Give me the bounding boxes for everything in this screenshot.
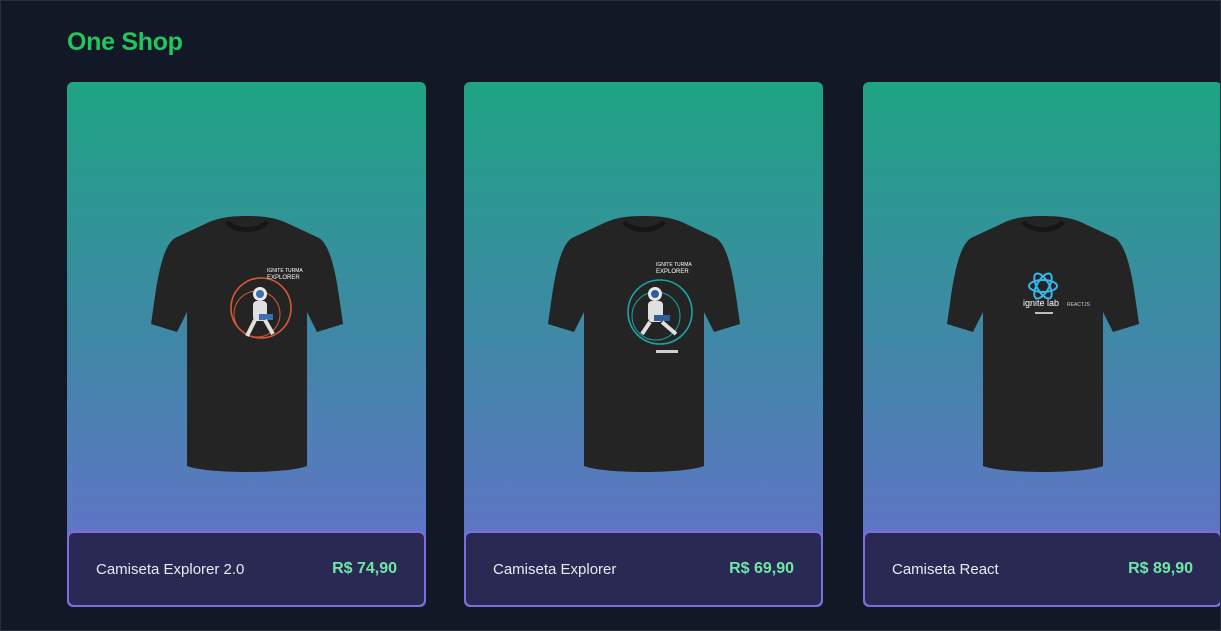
tshirt-ignite-lab-icon: ignite lab REACTJS [946,216,1139,472]
shirt-print-line2: EXPLORER [656,269,689,275]
app-window: One Shop IGNITE TURMA EXPLORER Camiseta … [0,0,1221,631]
shirt-print-sub: REACTJS [1067,302,1090,308]
product-card[interactable]: IGNITE TURMA EXPLORER Camiseta Explorer … [67,82,426,607]
product-card[interactable]: IGNITE TURMA EXPLORER Camiseta Explorer … [464,82,823,607]
product-footer: Camiseta Explorer 2.0 R$ 74,90 [69,533,424,605]
brand-mark-icon [655,350,678,353]
product-footer: Camiseta React R$ 89,90 [865,533,1220,605]
product-footer: Camiseta Explorer R$ 69,90 [466,533,821,605]
tshirt-astronaut-orange-icon: IGNITE TURMA EXPLORER [150,216,343,472]
product-name: Camiseta Explorer 2.0 [96,560,245,578]
product-price: R$ 89,90 [1128,560,1193,577]
shirt-print-line2: EXPLORER [267,275,300,281]
product-price: R$ 74,90 [332,560,397,577]
product-name: Camiseta Explorer [493,560,617,578]
shirt-print-line1: IGNITE TURMA [267,268,303,274]
product-name: Camiseta React [892,560,999,578]
tshirt-astronaut-teal-icon: IGNITE TURMA EXPLORER [547,216,740,472]
product-card[interactable]: ignite lab REACTJS Camiseta React R$ 89,… [863,82,1220,607]
brand-mark-icon [1034,312,1053,314]
shirt-print-brand: ignite lab [1023,298,1059,308]
shirt-print-line1: IGNITE TURMA [656,262,692,268]
product-price: R$ 69,90 [729,560,794,577]
logo[interactable]: One Shop [67,28,183,57]
product-list: IGNITE TURMA EXPLORER Camiseta Explorer … [67,82,1220,607]
